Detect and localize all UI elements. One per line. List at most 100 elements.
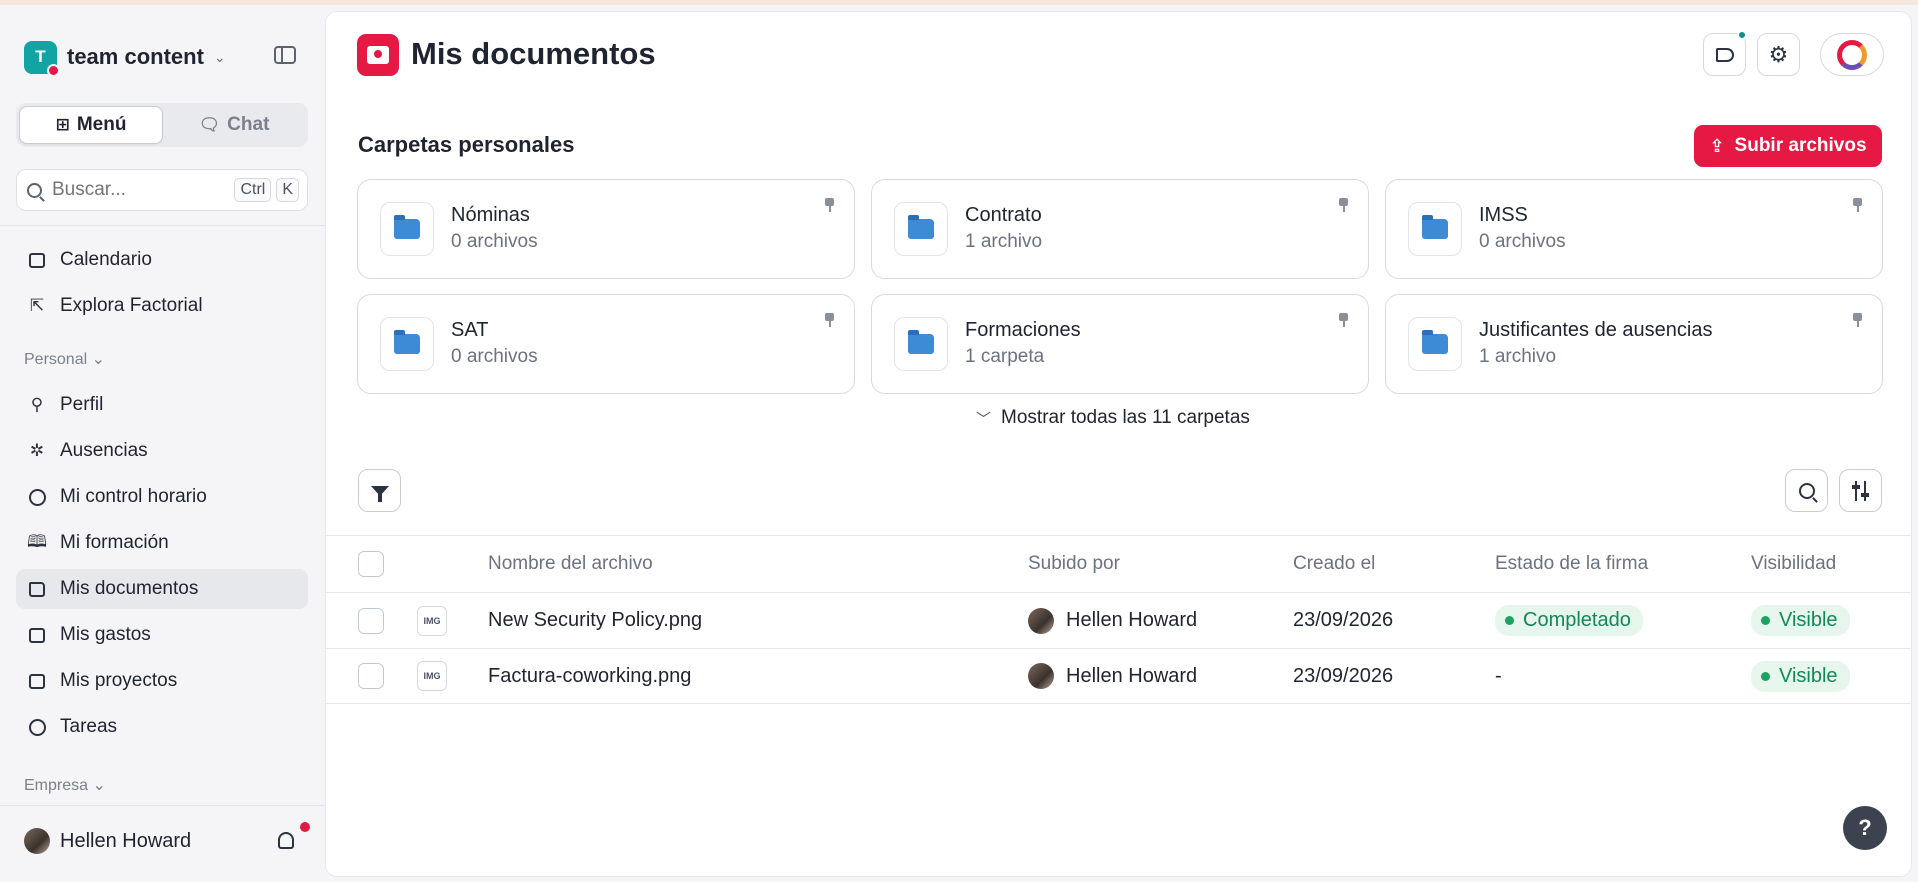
user-profile[interactable]: Hellen Howard xyxy=(24,828,191,854)
bell-icon[interactable] xyxy=(278,832,294,849)
folder-icon xyxy=(380,317,434,371)
folder-count: 0 archivos xyxy=(451,346,538,367)
table-settings-button[interactable] xyxy=(1839,469,1882,512)
row-select-cell xyxy=(358,649,384,703)
signature-status: - xyxy=(1495,664,1502,687)
visibility-cell: Visible xyxy=(1751,593,1850,648)
sidebar-item-tareas[interactable]: Tareas xyxy=(16,707,308,747)
folder-icon xyxy=(28,580,46,598)
pin-icon[interactable] xyxy=(1339,198,1348,212)
tab-chat-label: Chat xyxy=(227,114,270,135)
column-header-uploaded-by[interactable]: Subido por xyxy=(1028,536,1120,592)
chevron-down-icon: ⌄ xyxy=(91,351,106,368)
show-all-folders-button[interactable]: ﹀ Mostrar todas las 11 carpetas xyxy=(976,407,1250,429)
section-empresa-label: Empresa xyxy=(24,777,89,794)
notification-dot xyxy=(300,822,310,832)
sidebar-item-label: Mis documentos xyxy=(60,578,199,599)
workspace-logo-letter: T xyxy=(35,47,46,66)
sidebar-item-mi-formacion[interactable]: 🕮︎ Mi formación xyxy=(16,523,308,563)
folder-card-justificantes[interactable]: Justificantes de ausencias 1 archivo xyxy=(1385,294,1883,394)
folder-card-nominas[interactable]: Nóminas 0 archivos xyxy=(357,179,855,279)
wallet-icon xyxy=(28,626,46,644)
folder-name: Formaciones xyxy=(965,319,1081,341)
pin-icon[interactable] xyxy=(1853,313,1862,327)
folder-card-formaciones[interactable]: Formaciones 1 carpeta xyxy=(871,294,1369,394)
section-personal[interactable]: Personal ⌄ xyxy=(24,349,105,369)
settings-button[interactable]: ⚙ xyxy=(1757,33,1800,76)
file-name[interactable]: Factura-coworking.png xyxy=(488,649,691,703)
row-checkbox[interactable] xyxy=(358,607,384,634)
column-header-visibility[interactable]: Visibilidad xyxy=(1751,536,1836,592)
sidebar-collapse-icon[interactable] xyxy=(274,46,296,64)
visibility-badge-label: Visible xyxy=(1779,664,1838,687)
status-badge-label: Completado xyxy=(1523,609,1631,631)
sidebar-item-perfil[interactable]: ⚲ Perfil xyxy=(16,385,308,425)
tab-menu[interactable]: ⊞ Menú xyxy=(19,106,163,144)
folder-count: 0 archivos xyxy=(451,231,538,252)
folder-count: 0 archivos xyxy=(1479,231,1566,252)
pin-icon[interactable] xyxy=(1339,313,1348,327)
column-header-created[interactable]: Creado el xyxy=(1293,536,1375,592)
workspace-logo: T xyxy=(24,40,60,77)
sidebar-item-mis-proyectos[interactable]: Mis proyectos xyxy=(16,661,308,701)
tab-chat[interactable]: 🗨︎ Chat xyxy=(163,106,305,144)
sidebar-item-label: Tareas xyxy=(60,716,118,737)
sidebar-item-calendario[interactable]: Calendario xyxy=(16,240,308,280)
folder-icon xyxy=(1408,202,1462,256)
briefcase-icon xyxy=(28,672,46,690)
apps-button[interactable] xyxy=(1820,33,1884,76)
help-button[interactable]: ? xyxy=(1843,806,1887,850)
sidebar-item-label: Perfil xyxy=(60,394,104,415)
upload-icon: ⇪ xyxy=(1709,135,1725,156)
upload-files-button[interactable]: ⇪ Subir archivos xyxy=(1694,125,1882,167)
row-select-cell xyxy=(358,593,384,648)
pin-icon[interactable] xyxy=(825,198,834,212)
sidebar: T team content ⌄ ⊞ Menú 🗨︎ Chat Ctrl K C… xyxy=(0,5,325,882)
section-title: Carpetas personales xyxy=(358,132,575,157)
row-checkbox[interactable] xyxy=(358,663,384,689)
palm-tree-icon: ✲ xyxy=(29,441,45,460)
sidebar-item-mis-documentos[interactable]: Mis documentos xyxy=(16,569,308,609)
select-all-checkbox[interactable] xyxy=(358,551,384,577)
pin-icon[interactable] xyxy=(1853,198,1862,212)
created-date: 23/09/2026 xyxy=(1293,664,1394,687)
section-personal-label: Personal xyxy=(24,351,88,368)
sidebar-item-mi-control-horario[interactable]: Mi control horario xyxy=(16,477,308,517)
book-icon: 🕮︎ xyxy=(26,531,48,551)
table-row[interactable]: IMG New Security Policy.png Hellen Howar… xyxy=(326,592,1911,648)
table-row[interactable]: IMG Factura-coworking.png Hellen Howard … xyxy=(326,648,1911,704)
shortcut-ctrl: Ctrl xyxy=(234,178,272,202)
documents-table: Nombre del archivo Subido por Creado el … xyxy=(326,535,1911,704)
table-search-button[interactable] xyxy=(1785,469,1828,512)
visibility-badge: Visible xyxy=(1751,605,1850,636)
main-panel: Mis documentos ⚙ Carpetas personales ⇪ S… xyxy=(325,11,1912,877)
calendar-icon xyxy=(28,251,46,269)
visibility-cell: Visible xyxy=(1751,649,1850,703)
folder-icon xyxy=(894,317,948,371)
sidebar-item-ausencias[interactable]: ✲ Ausencias xyxy=(16,431,308,471)
folder-card-sat[interactable]: SAT 0 archivos xyxy=(357,294,855,394)
image-file-icon: IMG xyxy=(417,661,447,691)
column-header-name[interactable]: Nombre del archivo xyxy=(488,536,653,592)
workspace-switcher[interactable]: T team content ⌄ xyxy=(24,37,226,77)
folder-card-contrato[interactable]: Contrato 1 archivo xyxy=(871,179,1369,279)
sidebar-item-label: Mi control horario xyxy=(60,486,207,507)
column-header-signature[interactable]: Estado de la firma xyxy=(1495,536,1648,592)
search-input[interactable] xyxy=(52,179,230,201)
filter-icon xyxy=(370,485,389,502)
announcements-button[interactable] xyxy=(1703,30,1747,76)
sidebar-item-mis-gastos[interactable]: Mis gastos xyxy=(16,615,308,655)
folder-name: Contrato xyxy=(965,204,1042,226)
pin-icon[interactable] xyxy=(825,313,834,327)
folder-card-imss[interactable]: IMSS 0 archivos xyxy=(1385,179,1883,279)
section-empresa[interactable]: Empresa ⌄ xyxy=(24,775,106,795)
search-icon xyxy=(1798,482,1815,499)
file-type-cell: IMG xyxy=(417,649,447,703)
sidebar-item-explora-factorial[interactable]: ⇱ Explora Factorial xyxy=(16,286,308,326)
filter-button[interactable] xyxy=(358,469,401,512)
file-name[interactable]: New Security Policy.png xyxy=(488,593,702,648)
uploaded-by-cell: Hellen Howard xyxy=(1028,649,1197,703)
folder-name: SAT xyxy=(451,319,489,341)
menu-chat-toggle: ⊞ Menú 🗨︎ Chat xyxy=(16,103,308,147)
chevron-down-icon: ﹀ xyxy=(976,410,992,428)
